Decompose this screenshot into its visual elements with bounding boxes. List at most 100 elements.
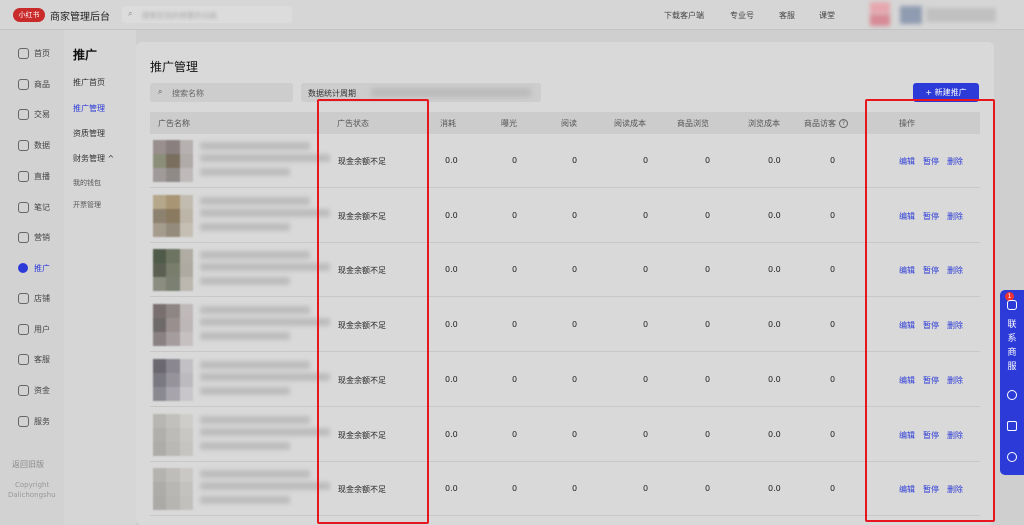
ad-name-text[interactable] [200, 306, 310, 315]
sidebar-item-money[interactable]: 资金 [0, 379, 64, 403]
sidebar-item-users[interactable]: 用户 [0, 318, 64, 342]
ad-name-text[interactable] [200, 415, 310, 424]
ad-thumbnail[interactable] [153, 140, 193, 182]
goods-icon [18, 79, 29, 90]
contact-char: 联 [1007, 320, 1017, 330]
table-row: 现金余额不足 0.0 0 0 0 0 0.0 0 编辑 暂停 删除 [150, 462, 980, 517]
main-sidebar: 首页 商品 交易 数据 直播 笔记 营销 推广 店铺 用户 客服 资金 服务 返… [0, 30, 64, 525]
ad-thumbnail[interactable] [153, 413, 193, 456]
notes-icon [18, 202, 29, 213]
col-impressions: 曝光 [501, 119, 517, 128]
ad-name-text[interactable] [200, 142, 310, 150]
ad-name-text[interactable] [200, 318, 330, 327]
return-old-version-link[interactable]: 返回旧版 [12, 459, 44, 470]
sidebar-item-live[interactable]: 直播 [0, 165, 64, 189]
ad-thumbnail[interactable] [153, 358, 193, 401]
chat-icon[interactable] [1007, 390, 1017, 400]
contact-char: 商 [1007, 348, 1017, 358]
goods-visitors-value: 0 [830, 265, 836, 275]
ad-name-text[interactable] [200, 427, 330, 436]
goods-views-value: 0 [705, 429, 711, 439]
table-row: 现金余额不足 0.0 0 0 0 0 0.0 0 编辑 暂停 删除 [150, 134, 980, 188]
sidebar-item-home[interactable]: 首页 [0, 42, 64, 66]
sidebar-item-data[interactable]: 数据 [0, 134, 64, 158]
sidebar-item-trade[interactable]: 交易 [0, 103, 64, 127]
global-search-input[interactable]: ⌕ 搜索您找的想要的功能 [122, 6, 292, 23]
col-ad-name: 广告名称 [158, 119, 190, 128]
sidebar-item-service[interactable]: 客服 [0, 348, 64, 372]
customer-service-link[interactable]: 客服 [779, 10, 795, 21]
pro-account-link[interactable]: 专业号 [730, 10, 754, 21]
sub-sidebar: 推广 推广首页 推广管理 资质管理 财务管理 ^ 我的钱包 开票管理 [64, 30, 136, 525]
cost-value: 0.0 [445, 265, 458, 275]
ad-name-text[interactable] [200, 263, 330, 272]
store-icon [18, 293, 29, 304]
classroom-link[interactable]: 课堂 [819, 10, 835, 21]
account-info[interactable] [900, 6, 922, 24]
subnav-wallet[interactable]: 我的钱包 [73, 178, 101, 188]
subnav-invoice[interactable]: 开票管理 [73, 200, 101, 210]
trade-icon [18, 109, 29, 120]
sidebar-item-store[interactable]: 店铺 [0, 287, 64, 311]
reads-value: 0 [572, 265, 578, 275]
col-reads: 阅读 [561, 119, 577, 128]
sidebar-item-goods[interactable]: 商品 [0, 73, 64, 97]
goods-visitors-value: 0 [830, 374, 836, 384]
col-cost: 消耗 [440, 119, 456, 128]
reads-value: 0 [572, 210, 578, 220]
ad-name-text[interactable] [200, 154, 330, 162]
sidebar-item-services[interactable]: 服务 [0, 410, 64, 434]
ad-name-text[interactable] [200, 332, 290, 341]
search-input[interactable]: ⌕ 搜索名称 [150, 83, 293, 102]
ad-thumbnail[interactable] [153, 249, 193, 292]
read-cost-value: 0 [643, 484, 649, 494]
ad-name-text[interactable] [200, 196, 310, 205]
account-name[interactable] [926, 8, 996, 22]
table-row: 现金余额不足 0.0 0 0 0 0 0.0 0 编辑 暂停 删除 [150, 408, 980, 462]
ad-name-text[interactable] [200, 251, 310, 260]
ad-name-text[interactable] [200, 496, 290, 505]
impressions-value: 0 [512, 429, 518, 439]
feedback-icon[interactable] [1007, 421, 1017, 431]
subnav-finance[interactable]: 财务管理 ^ [73, 153, 114, 164]
ad-thumbnail[interactable] [153, 304, 193, 347]
ad-name-text[interactable] [200, 222, 290, 231]
ad-name-text[interactable] [200, 360, 310, 369]
ad-name-text[interactable] [200, 372, 330, 381]
contact-service-bar[interactable]: 1 联 系 商 服 [1000, 290, 1024, 475]
reads-value: 0 [572, 429, 578, 439]
ad-name-text[interactable] [200, 482, 330, 491]
subnav-qualification[interactable]: 资质管理 [73, 128, 105, 139]
bell-icon[interactable] [1007, 452, 1017, 462]
shield-icon [18, 416, 29, 427]
ad-name-text[interactable] [200, 470, 310, 479]
subnav-promote-manage[interactable]: 推广管理 [73, 103, 105, 114]
ad-thumbnail[interactable] [153, 468, 193, 511]
money-icon [18, 385, 29, 396]
cost-value: 0.0 [445, 429, 458, 439]
help-icon[interactable]: ? [839, 119, 848, 128]
ad-name-text[interactable] [200, 168, 290, 176]
ad-name-text[interactable] [200, 208, 330, 217]
view-cost-value: 0.0 [768, 320, 781, 330]
ad-name-text[interactable] [200, 441, 290, 450]
contact-char: 系 [1007, 334, 1017, 344]
goods-views-value: 0 [705, 320, 711, 330]
megaphone-icon [18, 232, 29, 243]
read-cost-value: 0 [643, 374, 649, 384]
sidebar-item-marketing[interactable]: 营销 [0, 226, 64, 250]
download-client-link[interactable]: 下载客户端 [664, 10, 704, 21]
date-range-label: 数据统计周期 [308, 89, 356, 98]
ad-name-text[interactable] [200, 277, 290, 286]
view-cost-value: 0.0 [768, 374, 781, 384]
subnav-promote-home[interactable]: 推广首页 [73, 77, 105, 88]
sidebar-item-label: 首页 [34, 49, 50, 58]
ad-name-text[interactable] [200, 386, 290, 395]
avatar[interactable] [870, 2, 890, 14]
ad-thumbnail[interactable] [153, 194, 193, 237]
sidebar-item-promote[interactable]: 推广 [0, 257, 64, 281]
impressions-value: 0 [512, 210, 518, 220]
logo[interactable]: 小红书 [13, 8, 45, 22]
view-cost-value: 0.0 [768, 484, 781, 494]
sidebar-item-notes[interactable]: 笔记 [0, 196, 64, 220]
